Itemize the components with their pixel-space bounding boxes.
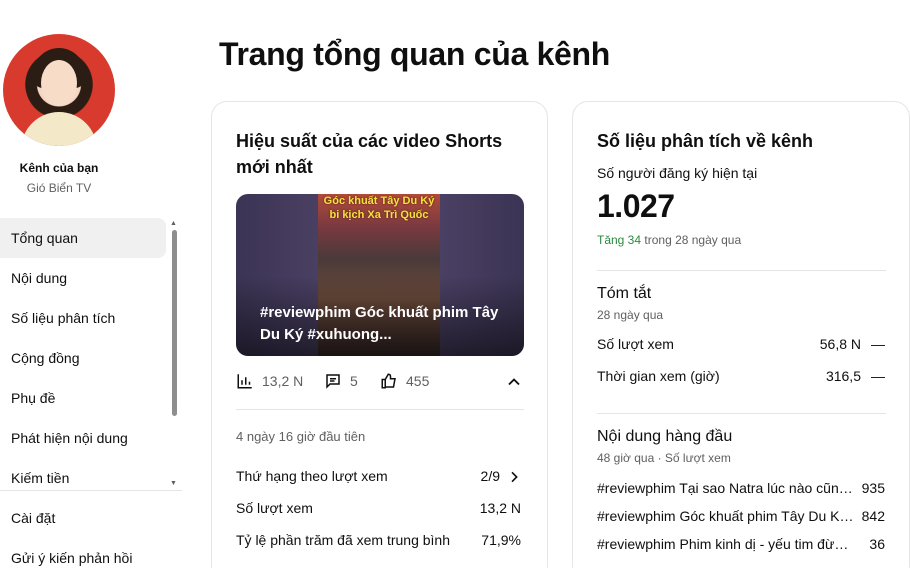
shorts-performance-card: Hiệu suất của các video Shorts mới nhất … — [211, 101, 548, 568]
sidebar-item-content[interactable]: Nội dung — [0, 258, 166, 298]
metric-row-avg-viewed: Tỷ lệ phần trăm đã xem trung bình 71,9% — [236, 532, 524, 554]
thumbs-up-icon — [381, 373, 396, 389]
sidebar-scrollbar[interactable] — [172, 230, 177, 416]
sidebar-item-analytics[interactable]: Số liệu phân tích — [0, 298, 166, 338]
bar-chart-icon — [237, 374, 252, 389]
top-content-item[interactable]: #reviewphim Phim kinh dị - yếu tim đừng.… — [597, 536, 887, 556]
likes-count: 455 — [406, 373, 430, 389]
period-label: 4 ngày 16 giờ đầu tiên — [236, 429, 366, 444]
top-content-views: 36 — [869, 536, 885, 552]
channel-avatar[interactable] — [3, 34, 115, 146]
top-content-meta: 48 giờ qua · Số lượt xem — [597, 451, 731, 465]
top-content-title-text: #reviewphim Phim kinh dị - yếu tim đừng.… — [597, 536, 855, 552]
page-title: Trang tổng quan của kênh — [219, 36, 611, 72]
sidebar-item-subtitles[interactable]: Phụ đề — [0, 378, 166, 418]
metric-row-rank[interactable]: Thứ hạng theo lượt xem 2/9 — [236, 468, 524, 490]
channel-label: Kênh của bạn — [19, 161, 99, 175]
channel-name: Gió Biển TV — [26, 181, 92, 195]
metric-label: Thứ hạng theo lượt xem — [236, 468, 388, 484]
avatar-face — [41, 60, 77, 106]
comments-stat: 5 — [324, 372, 358, 390]
subscribers-label: Số người đăng ký hiện tại — [597, 165, 758, 181]
card-divider — [597, 413, 886, 414]
likes-stat: 455 — [380, 372, 429, 390]
top-content-title-text: #reviewphim Tại sao Natra lúc nào cũng..… — [597, 480, 855, 496]
sidebar-item-community[interactable]: Cộng đồng — [0, 338, 166, 378]
summary-value: 316,5 — [825, 368, 861, 384]
summary-label: Thời gian xem (giờ) — [597, 368, 720, 384]
summary-row-watch-time: Thời gian xem (giờ) 316,5 — — [597, 368, 887, 388]
scroll-down-icon[interactable]: ▼ — [170, 480, 177, 487]
video-stats: 13,2 N 5 455 — [236, 372, 524, 394]
metric-label: Số lượt xem — [236, 500, 313, 516]
metric-value: 2/9 — [480, 468, 500, 484]
summary-label: Số lượt xem — [597, 336, 674, 352]
top-content-item[interactable]: #reviewphim Tại sao Natra lúc nào cũng..… — [597, 480, 887, 500]
sidebar-divider — [0, 490, 182, 491]
growth-up: Tăng 34 — [597, 233, 642, 247]
card-divider — [236, 409, 524, 410]
comment-icon — [326, 374, 340, 389]
sidebar-nav: Tổng quan Nội dung Số liệu phân tích Cộn… — [0, 218, 182, 498]
metric-value: 71,9% — [481, 532, 521, 548]
top-content-views: 842 — [861, 508, 885, 524]
metric-label: Tỷ lệ phần trăm đã xem trung bình — [236, 532, 450, 548]
scroll-up-icon[interactable]: ▲ — [170, 220, 177, 227]
summary-value: 56,8 N — [819, 336, 861, 352]
subscriber-growth: Tăng 34 trong 28 ngày qua — [597, 233, 741, 247]
top-content-title: Nội dung hàng đầu — [597, 428, 733, 445]
card-title: Hiệu suất của các video Shorts mới nhất — [236, 131, 503, 177]
sidebar-item-content-detection[interactable]: Phát hiện nội dung — [0, 418, 166, 458]
chevron-right-icon[interactable] — [506, 469, 522, 485]
top-content-title-text: #reviewphim Góc khuất phim Tây Du Ký... — [597, 508, 855, 524]
summary-row-views: Số lượt xem 56,8 N — — [597, 336, 887, 356]
top-content-item[interactable]: #reviewphim Góc khuất phim Tây Du Ký... … — [597, 508, 887, 528]
channel-analytics-card: Số liệu phân tích về kênh Số người đăng … — [572, 101, 910, 568]
video-caption: #reviewphim Góc khuất phim Tây Du Ký #xu… — [260, 304, 499, 343]
sidebar-item-dashboard[interactable]: Tổng quan — [0, 218, 166, 258]
sidebar-item-feedback[interactable]: Gửi ý kiến phản hồi — [0, 538, 166, 568]
subscribers-count: 1.027 — [597, 188, 675, 224]
top-content-views: 935 — [861, 480, 885, 496]
thumbnail-overlay-text: Góc khuất Tây Du Ký bi kịch Xa Trì Quốc — [323, 195, 435, 221]
metric-value: 13,2 N — [479, 500, 521, 516]
video-thumbnail[interactable]: Góc khuất Tây Du Ký bi kịch Xa Trì Quốc … — [236, 194, 524, 356]
comments-count: 5 — [350, 373, 358, 389]
avatar-shoulders — [21, 112, 97, 146]
sidebar-item-settings[interactable]: Cài đặt — [0, 498, 166, 538]
sidebar-item-monetization[interactable]: Kiếm tiền — [0, 458, 166, 498]
metric-row-views: Số lượt xem 13,2 N — [236, 500, 524, 522]
card-title: Số liệu phân tích về kênh — [597, 131, 814, 151]
views-count: 13,2 N — [262, 373, 304, 389]
summary-period: 28 ngày qua — [597, 308, 664, 322]
sidebar: Kênh của bạn Gió Biển TV Tổng quan Nội d… — [0, 0, 182, 568]
chevron-up-icon[interactable] — [504, 372, 524, 392]
card-divider — [597, 270, 886, 271]
summary-title: Tóm tắt — [597, 285, 652, 302]
trend-indicator: — — [871, 368, 885, 384]
views-stat: 13,2 N — [236, 372, 303, 390]
trend-indicator: — — [871, 336, 885, 352]
growth-period: trong 28 ngày qua — [644, 233, 742, 247]
sidebar-bottom-nav: Cài đặt Gửi ý kiến phản hồi — [0, 498, 182, 568]
